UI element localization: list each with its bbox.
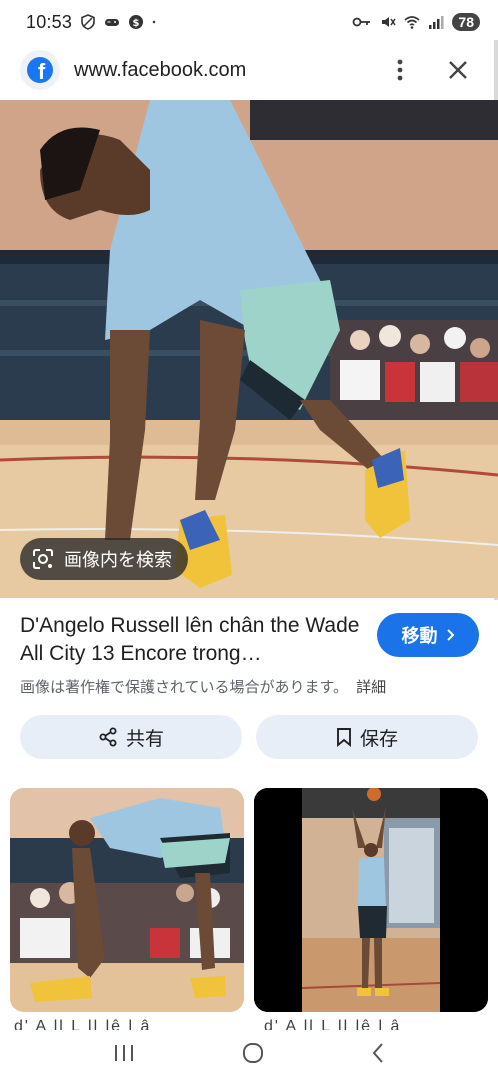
shield-icon <box>81 14 95 30</box>
related-image-2-illustration <box>254 788 488 1012</box>
close-button[interactable] <box>438 50 478 90</box>
site-logo[interactable]: f <box>20 50 60 90</box>
more-vert-icon <box>397 59 403 81</box>
game-controller-icon <box>105 19 120 26</box>
related-image-2[interactable] <box>254 788 488 1012</box>
url-bar: f www.facebook.com <box>0 44 498 96</box>
main-image-illustration <box>0 100 498 598</box>
wifi-icon <box>404 16 420 29</box>
back-icon <box>372 1042 383 1063</box>
close-icon <box>449 61 467 79</box>
more-options-button[interactable] <box>380 50 420 90</box>
main-image[interactable] <box>0 100 498 598</box>
facebook-logo-icon: f <box>27 57 53 83</box>
visit-button[interactable]: 移動 <box>377 613 479 657</box>
share-button[interactable]: 共有 <box>20 715 242 759</box>
related-image-1-illustration <box>10 788 244 1012</box>
recent-apps-icon <box>115 1044 134 1061</box>
share-icon <box>99 727 117 747</box>
google-lens-icon <box>33 549 53 569</box>
system-nav-bar <box>0 1030 498 1080</box>
related-caption-2: d' A ll L ll lê l â <box>264 1018 402 1030</box>
related-caption-1: d' A ll L ll lê l â <box>14 1018 152 1030</box>
back-button[interactable] <box>371 1042 385 1069</box>
recent-apps-button[interactable] <box>113 1043 135 1068</box>
chevron-right-icon <box>446 629 454 641</box>
save-label: 保存 <box>359 728 398 750</box>
status-bar: 10:53 $ 78 <box>0 0 498 44</box>
bookmark-icon <box>337 728 351 747</box>
save-button[interactable]: 保存 <box>256 715 478 759</box>
dot-icon <box>152 20 156 24</box>
search-in-image-button[interactable]: 画像内を検索 <box>20 538 188 580</box>
svg-text:$: $ <box>133 18 140 29</box>
details-link[interactable]: 詳細 <box>356 679 386 696</box>
signal-icon <box>429 16 444 29</box>
image-title[interactable]: D'Angelo Russell lên chân the Wade All C… <box>20 612 360 668</box>
status-right: 78 <box>352 13 480 31</box>
copyright-notice: 画像は著作権で保護されている場合があります。 詳細 <box>20 676 386 697</box>
home-button[interactable] <box>242 1042 264 1069</box>
home-icon <box>242 1042 263 1063</box>
share-label: 共有 <box>125 728 164 750</box>
key-icon <box>353 17 371 27</box>
status-time: 10:53 <box>26 11 73 32</box>
search-in-image-label: 画像内を検索 <box>64 550 172 570</box>
dollar-circle-icon: $ <box>129 15 144 29</box>
image-info: D'Angelo Russell lên chân the Wade All C… <box>20 612 360 668</box>
status-left: 10:53 $ <box>26 12 160 33</box>
related-image-1[interactable] <box>10 788 244 1012</box>
visit-label: 移動 <box>401 626 438 646</box>
url-text[interactable]: www.facebook.com <box>74 59 380 82</box>
battery-indicator: 78 <box>452 13 480 31</box>
mute-icon <box>382 17 397 27</box>
copyright-text: 画像は著作権で保護されている場合があります。 <box>20 679 349 696</box>
